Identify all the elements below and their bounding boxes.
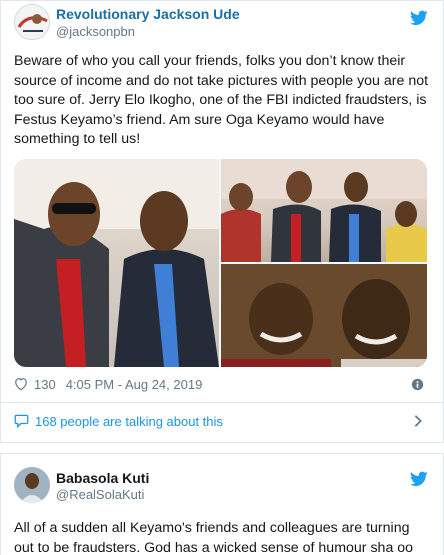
- avatar[interactable]: [14, 4, 50, 40]
- photo-grid: [14, 159, 427, 367]
- chevron-right-icon[interactable]: [413, 414, 423, 428]
- tweet-text: Beware of who you call your friends, fol…: [14, 53, 429, 147]
- twitter-bird-icon[interactable]: [410, 10, 428, 26]
- tweet-text: All of a sudden all Keyamo's friends and…: [14, 520, 414, 555]
- avatar[interactable]: [14, 467, 50, 503]
- author-name[interactable]: Revolutionary Jackson Ude: [56, 6, 240, 22]
- tweet-meta: 130 4:05 PM - Aug 24, 2019: [14, 375, 202, 393]
- speech-bubble-icon: [14, 414, 29, 428]
- info-icon[interactable]: [411, 378, 424, 391]
- timestamp[interactable]: 4:05 PM - Aug 24, 2019: [66, 377, 203, 392]
- heart-icon[interactable]: [14, 377, 28, 391]
- tweet-photo[interactable]: [221, 264, 427, 367]
- divider: [0, 402, 444, 403]
- twitter-bird-icon[interactable]: [410, 471, 428, 487]
- tweet-photo[interactable]: [14, 159, 219, 367]
- author-handle[interactable]: @RealSolaKuti: [56, 487, 144, 502]
- tweet-photo[interactable]: [221, 159, 427, 262]
- author-name[interactable]: Babasola Kuti: [56, 470, 149, 486]
- conversation-link[interactable]: 168 people are talking about this: [14, 411, 223, 431]
- conversation-text: 168 people are talking about this: [35, 413, 223, 429]
- like-count: 130: [34, 376, 56, 392]
- author-handle[interactable]: @jacksonpbn: [56, 24, 135, 39]
